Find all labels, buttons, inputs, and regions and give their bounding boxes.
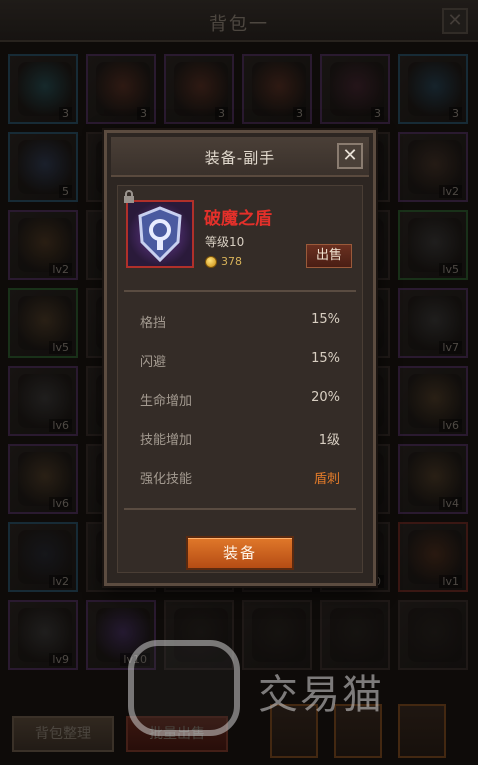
watermark-text: 交易猫 [258, 672, 384, 718]
stat-label: 强化技能 [140, 472, 193, 487]
dialog-header: 装备-副手 ✕ [111, 137, 369, 177]
stat-row: 技能增加 1级 [140, 429, 340, 449]
stat-label: 闪避 [140, 355, 167, 370]
watermark-logo: 交易猫 [128, 640, 428, 736]
stat-row: 闪避 15% [140, 351, 340, 371]
stat-value: 盾刺 [313, 472, 340, 487]
item-name: 破魔之盾 [204, 209, 272, 229]
stat-row: 生命增加 20% [140, 390, 340, 410]
item-price: 378 [221, 255, 242, 268]
stat-row: 强化技能 盾刺 [140, 468, 340, 488]
stat-value: 15% [311, 351, 340, 366]
item-icon-frame [126, 200, 194, 268]
dialog-title: 装备-副手 [204, 149, 276, 167]
shield-icon [138, 206, 182, 263]
coin-icon [205, 256, 217, 268]
divider [124, 290, 356, 292]
stat-label: 技能增加 [140, 433, 193, 448]
stat-row: 格挡 15% [140, 312, 340, 332]
lock-icon [124, 190, 134, 203]
cat-icon [128, 640, 240, 736]
divider [124, 508, 356, 510]
close-icon[interactable]: ✕ [337, 143, 363, 169]
item-level: 等级10 [205, 235, 245, 249]
stat-label: 格挡 [140, 316, 167, 331]
stat-value: 20% [311, 390, 340, 405]
dialog-body: 破魔之盾 等级10 378 出售 格挡 15% 闪避 15% 生命增加 20% … [117, 185, 363, 573]
stat-label: 生命增加 [140, 394, 193, 409]
stat-value: 1级 [318, 433, 340, 448]
item-detail-dialog: 装备-副手 ✕ 破魔之盾 等级10 378 出售 格挡 15% 闪避 15% 生… [104, 130, 376, 586]
equip-button[interactable]: 装备 [186, 536, 294, 570]
sell-button[interactable]: 出售 [306, 244, 352, 268]
stat-value: 15% [311, 312, 340, 327]
